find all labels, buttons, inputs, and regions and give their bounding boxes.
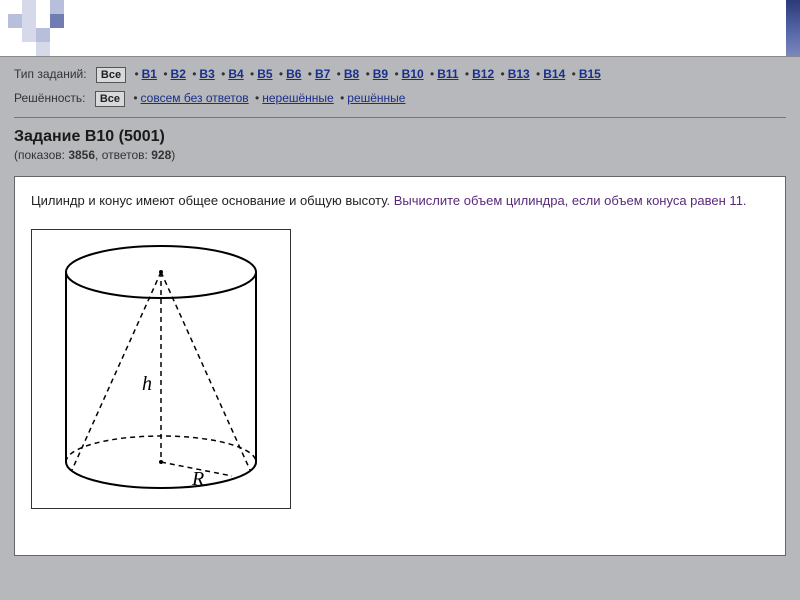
filter-b1[interactable]: B1 bbox=[142, 67, 157, 81]
filter-b2[interactable]: B2 bbox=[171, 67, 186, 81]
filter-b6[interactable]: B6 bbox=[286, 67, 301, 81]
task-type-label: Тип заданий: bbox=[14, 67, 87, 81]
problem-text-part1: Цилиндр и конус имеют общее основание и … bbox=[31, 193, 386, 208]
filter-b14[interactable]: B14 bbox=[543, 67, 565, 81]
filter-b12[interactable]: B12 bbox=[472, 67, 494, 81]
h-label: h bbox=[142, 373, 152, 395]
solved-option-solved[interactable]: решённые bbox=[347, 91, 405, 105]
filter-all-box[interactable]: Все bbox=[96, 67, 126, 83]
close-paren: ) bbox=[171, 148, 175, 162]
filter-b8[interactable]: B8 bbox=[344, 67, 359, 81]
problem-text: Цилиндр и конус имеют общее основание и … bbox=[31, 191, 769, 211]
task-title: Задание B10 (5001) bbox=[14, 128, 786, 146]
filter-b5[interactable]: B5 bbox=[257, 67, 272, 81]
filter-b10[interactable]: B10 bbox=[402, 67, 424, 81]
figure: h R bbox=[31, 229, 291, 509]
views-count: 3856 bbox=[68, 148, 95, 162]
solved-filter: Решённость: Все •совсем без ответов •нер… bbox=[14, 87, 786, 111]
solved-all-box[interactable]: Все bbox=[95, 91, 125, 107]
r-label: R bbox=[191, 468, 204, 490]
filter-b3[interactable]: B3 bbox=[199, 67, 214, 81]
content-area: Тип заданий: Все •B1 •B2 •B3 •B4 •B5 •B6… bbox=[0, 56, 800, 600]
problem-text-part2: . Вычислите объем цилиндра, если объем к… bbox=[386, 193, 746, 208]
task-type-filter: Тип заданий: Все •B1 •B2 •B3 •B4 •B5 •B6… bbox=[14, 63, 786, 87]
solved-option-none[interactable]: совсем без ответов bbox=[141, 91, 249, 105]
problem-box: Цилиндр и конус имеют общее основание и … bbox=[14, 176, 786, 556]
answers-count: 928 bbox=[151, 148, 171, 162]
filter-b9[interactable]: B9 bbox=[373, 67, 388, 81]
solved-option-unsolved[interactable]: нерешённые bbox=[262, 91, 334, 105]
cylinder-cone-diagram: h R bbox=[32, 230, 290, 508]
header-decoration bbox=[0, 0, 800, 56]
solved-label: Решённость: bbox=[14, 91, 85, 105]
filter-b13[interactable]: B13 bbox=[508, 67, 530, 81]
filter-b15[interactable]: B15 bbox=[579, 67, 601, 81]
filter-b4[interactable]: B4 bbox=[228, 67, 243, 81]
task-stats: (показов: 3856, ответов: 928) bbox=[14, 148, 786, 162]
filter-b7[interactable]: B7 bbox=[315, 67, 330, 81]
separator bbox=[14, 117, 786, 118]
filter-b11[interactable]: B11 bbox=[437, 67, 458, 81]
answers-label: , ответов: bbox=[95, 148, 148, 162]
views-label: (показов: bbox=[14, 148, 65, 162]
